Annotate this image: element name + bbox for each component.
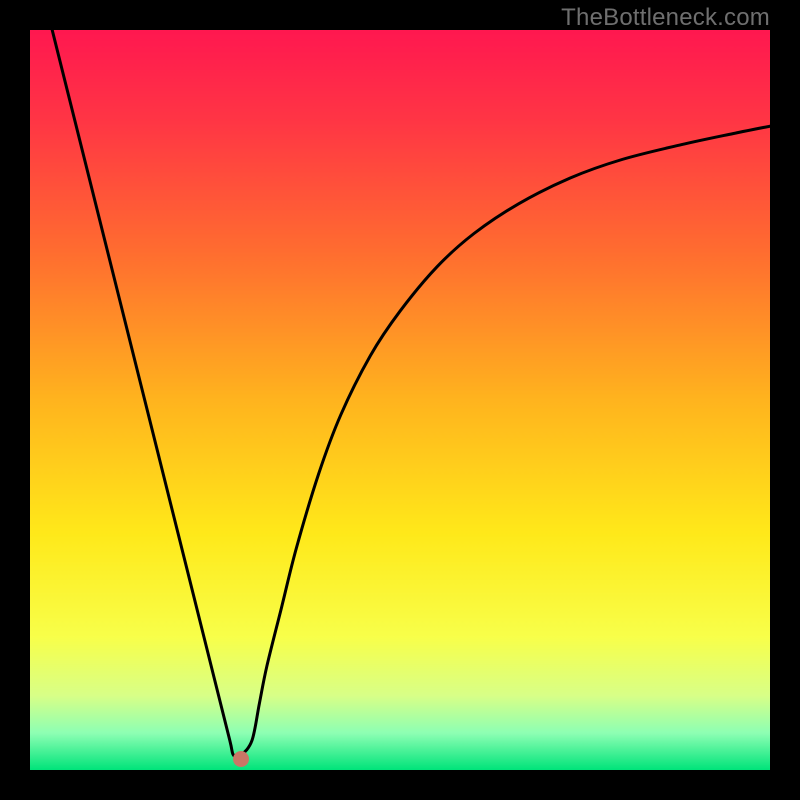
watermark-text: TheBottleneck.com — [561, 4, 770, 32]
chart-area — [30, 30, 770, 770]
optimal-point-marker — [233, 751, 249, 767]
bottleneck-curve — [52, 30, 770, 757]
chart-curve-svg — [30, 30, 770, 770]
